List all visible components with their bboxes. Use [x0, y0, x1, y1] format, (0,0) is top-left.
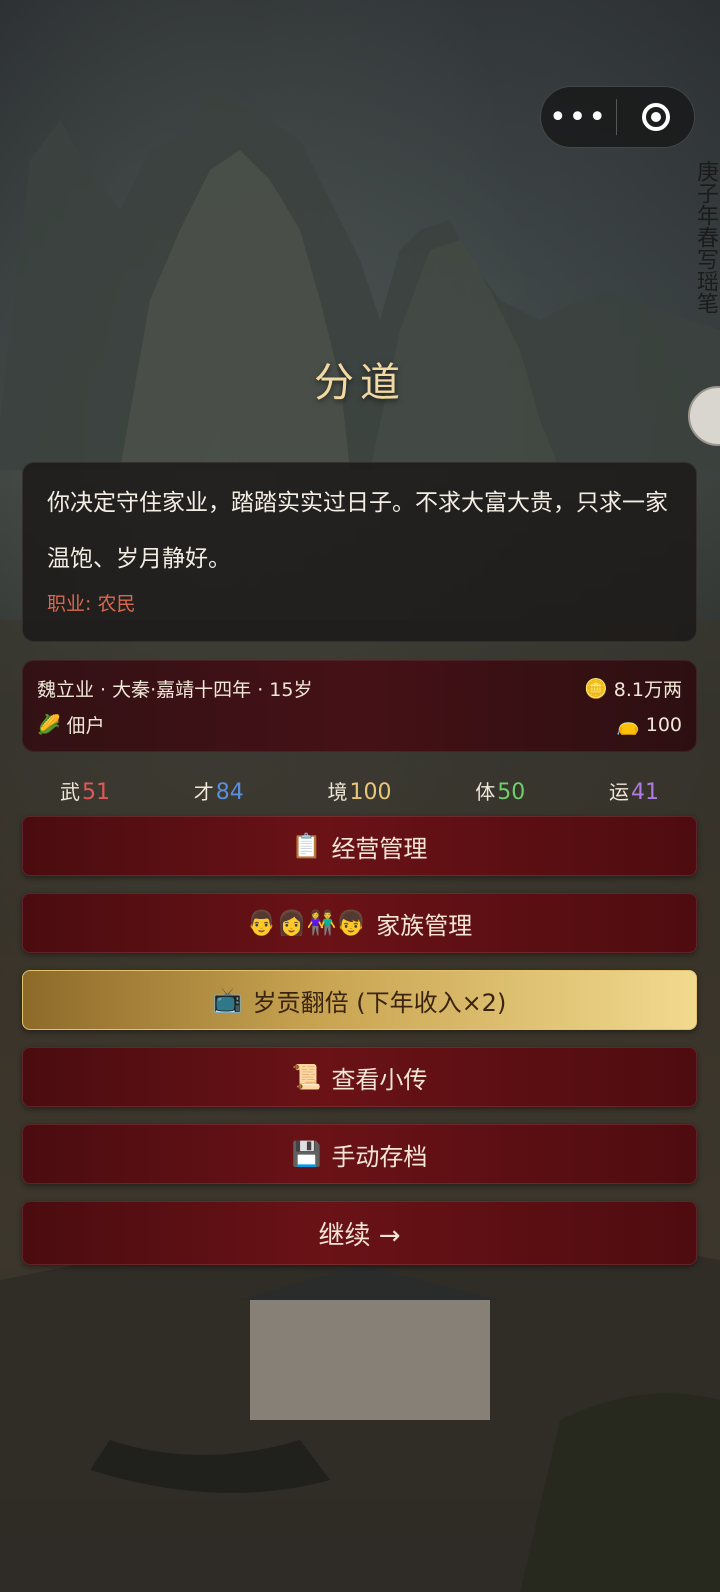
character-info-panel: 魏立业 · 大秦·嘉靖十四年 · 15岁 🪙 8.1万两 🌽 佃户 👝 100 — [22, 660, 697, 752]
money-display: 🪙 8.1万两 — [584, 675, 682, 702]
more-menu-button[interactable]: ••• — [541, 87, 616, 147]
food-display: 👝 100 — [616, 713, 682, 737]
view-biography-label: 查看小传 — [331, 1065, 428, 1094]
money-value: 8.1万两 — [613, 679, 682, 701]
close-button[interactable] — [617, 87, 694, 147]
stat-realm: 境 100 — [327, 780, 392, 805]
stat-physique: 体 50 — [475, 780, 526, 805]
stat-value: 51 — [82, 780, 110, 805]
stat-value: 50 — [497, 780, 526, 805]
double-tribute-label: 岁贡翻倍 (下年收入×2) — [252, 988, 507, 1017]
story-panel: 你决定守住家业，踏踏实实过日子。不求大富大贵，只求一家温饱、岁月静好。 职业: … — [22, 462, 697, 642]
target-icon — [641, 103, 670, 131]
corn-icon: 🌽 — [37, 714, 61, 736]
stat-martial: 武 51 — [60, 780, 110, 805]
floppy-disk-icon: 💾 — [291, 1140, 322, 1168]
business-management-button[interactable]: 📋 经营管理 — [22, 816, 697, 876]
clipboard-icon: 📋 — [291, 832, 322, 860]
job-label: 职业: 农民 — [47, 593, 136, 615]
business-management-label: 经营管理 — [331, 834, 428, 863]
stat-talent: 才 84 — [193, 780, 244, 805]
story-text: 你决定守住家业，踏踏实实过日子。不求大富大贵，只求一家温饱、岁月静好。 — [47, 490, 668, 572]
class-value: 佃户 — [66, 715, 105, 737]
family-management-button[interactable]: 👨👩👫👦 家族管理 — [22, 893, 697, 953]
stat-value: 84 — [215, 780, 244, 805]
stat-value: 100 — [349, 780, 392, 805]
stat-luck: 运 41 — [609, 780, 659, 805]
double-tribute-button[interactable]: 📺 岁贡翻倍 (下年收入×2) — [22, 970, 697, 1030]
food-bag-icon: 👝 — [616, 714, 640, 736]
tv-icon: 📺 — [212, 986, 243, 1014]
continue-label: 继续 → — [318, 1220, 401, 1251]
scroll-icon: 📜 — [291, 1063, 322, 1091]
mini-program-capsule: ••• — [540, 86, 695, 148]
family-management-label: 家族管理 — [376, 911, 473, 940]
page-title: 分道 — [314, 360, 406, 406]
manual-save-button[interactable]: 💾 手动存档 — [22, 1124, 697, 1184]
family-icon: 👨👩👫👦 — [246, 909, 367, 937]
attribute-stats: 武 51 才 84 境 100 体 50 运 41 — [22, 776, 697, 806]
continue-button[interactable]: 继续 → — [22, 1201, 697, 1265]
class-display: 🌽 佃户 — [37, 711, 105, 738]
manual-save-label: 手动存档 — [331, 1142, 428, 1171]
character-summary: 魏立业 · 大秦·嘉靖十四年 · 15岁 — [37, 679, 313, 701]
painting-inscription: 庚子年春写瑶笔 — [693, 160, 718, 314]
stat-value: 41 — [631, 780, 659, 805]
view-biography-button[interactable]: 📜 查看小传 — [22, 1047, 697, 1107]
food-value: 100 — [645, 713, 682, 736]
gold-ingot-icon: 🪙 — [584, 678, 608, 700]
more-dots-icon: ••• — [548, 99, 609, 135]
